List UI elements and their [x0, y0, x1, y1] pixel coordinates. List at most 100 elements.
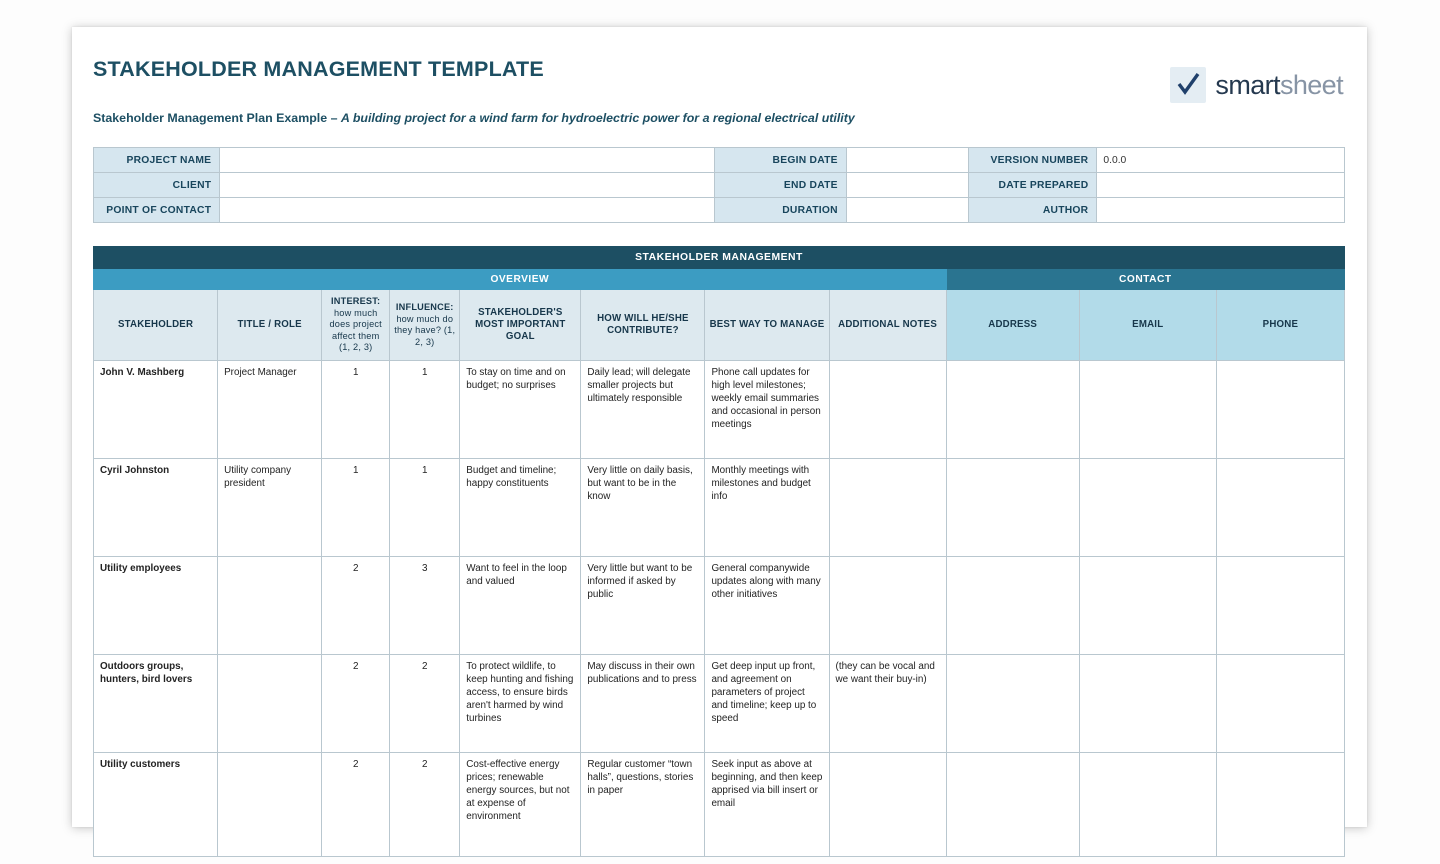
cell-email[interactable] [1078, 752, 1217, 857]
cell-manage[interactable]: Get deep input up front, and agreement o… [704, 654, 830, 753]
cell-title-role[interactable] [217, 556, 323, 655]
cell-interest[interactable]: 2 [321, 556, 391, 655]
cell-email[interactable] [1078, 360, 1217, 459]
label-project-name: PROJECT NAME [92, 147, 221, 173]
column-header-interest: INTEREST: how much does project affect t… [321, 289, 391, 361]
table-row: Cyril Johnston Utility company president… [92, 458, 1346, 557]
field-author[interactable] [1096, 197, 1345, 223]
cell-phone[interactable] [1215, 458, 1346, 557]
label-author: AUTHOR [968, 197, 1098, 223]
cell-manage[interactable]: Monthly meetings with milestones and bud… [704, 458, 830, 557]
cell-email[interactable] [1078, 654, 1217, 753]
cell-manage[interactable]: Seek input as above at beginning, and th… [704, 752, 830, 857]
checkmark-icon [1170, 67, 1207, 103]
cell-influence[interactable]: 3 [389, 556, 461, 655]
document-subtitle: Stakeholder Management Plan Example – A … [93, 111, 1345, 126]
cell-stakeholder[interactable]: Utility customers [92, 752, 219, 857]
cell-notes[interactable]: (they can be vocal and we want their buy… [828, 654, 947, 753]
influence-sub-label: how much do they have? (1, 2, 3) [394, 313, 456, 347]
cell-contribute[interactable]: Very little on daily basis, but want to … [580, 458, 706, 557]
cell-interest[interactable]: 1 [321, 458, 391, 557]
group-header-contact: CONTACT [945, 268, 1346, 290]
field-point-of-contact[interactable] [219, 197, 716, 223]
page-title: STAKEHOLDER MANAGEMENT TEMPLATE [93, 57, 544, 81]
cell-stakeholder[interactable]: Cyril Johnston [92, 458, 219, 557]
table-group-row: OVERVIEW CONTACT [93, 268, 1346, 290]
cell-address[interactable] [945, 458, 1080, 557]
cell-contribute[interactable]: Regular customer “town halls”, questions… [580, 752, 706, 857]
column-header-manage: BEST WAY TO MANAGE [704, 289, 830, 361]
cell-influence[interactable]: 1 [389, 360, 461, 459]
cell-notes[interactable] [828, 360, 947, 459]
field-client[interactable] [219, 172, 716, 198]
logo-word-smart: smart [1215, 69, 1280, 100]
cell-title-role[interactable] [217, 752, 323, 857]
stakeholder-rows: John V. Mashberg Project Manager 1 1 To … [92, 360, 1346, 857]
cell-notes[interactable] [828, 752, 947, 857]
column-header-contribute: HOW WILL HE/SHE CONTRIBUTE? [580, 289, 706, 361]
group-header-overview: OVERVIEW [93, 268, 947, 290]
cell-stakeholder[interactable]: Utility employees [92, 556, 219, 655]
cell-notes[interactable] [828, 458, 947, 557]
column-header-address: ADDRESS [945, 289, 1080, 361]
info-row-1: PROJECT NAME BEGIN DATE VERSION NUMBER 0… [92, 147, 1345, 173]
cell-stakeholder[interactable]: Outdoors groups, hunters, bird lovers [92, 654, 219, 753]
cell-phone[interactable] [1215, 360, 1346, 459]
influence-main-label: INFLUENCE: [395, 302, 454, 312]
table-row: Outdoors groups, hunters, bird lovers 2 … [92, 654, 1346, 753]
column-header-goal: STAKEHOLDER'S MOST IMPORTANT GOAL [459, 289, 582, 361]
cell-interest[interactable]: 2 [321, 654, 391, 753]
cell-address[interactable] [945, 556, 1080, 655]
cell-email[interactable] [1078, 556, 1217, 655]
field-project-name[interactable] [219, 147, 716, 173]
field-version-number[interactable]: 0.0.0 [1096, 147, 1345, 173]
cell-title-role[interactable]: Utility company president [217, 458, 323, 557]
field-end-date[interactable] [845, 172, 970, 198]
cell-interest[interactable]: 1 [321, 360, 391, 459]
document-header: STAKEHOLDER MANAGEMENT TEMPLATE Stakehol… [93, 57, 1345, 146]
cell-influence[interactable]: 2 [389, 752, 461, 857]
cell-goal[interactable]: Cost-effective energy prices; renewable … [459, 752, 582, 857]
label-client: CLIENT [92, 172, 221, 198]
label-version-number: VERSION NUMBER [968, 147, 1098, 173]
table-row: Utility customers 2 2 Cost-effective ene… [92, 752, 1346, 857]
field-begin-date[interactable] [845, 147, 970, 173]
cell-phone[interactable] [1215, 556, 1346, 655]
cell-goal[interactable]: Want to feel in the loop and valued [459, 556, 582, 655]
cell-notes[interactable] [828, 556, 947, 655]
interest-main-label: INTEREST: [331, 296, 381, 307]
info-row-2: CLIENT END DATE DATE PREPARED [92, 172, 1345, 198]
cell-address[interactable] [945, 654, 1080, 753]
table-row: John V. Mashberg Project Manager 1 1 To … [92, 360, 1346, 459]
subtitle-example: A building project for a wind farm for h… [340, 110, 855, 125]
logo-wordmark: smartsheet [1215, 69, 1344, 100]
cell-goal[interactable]: To protect wildlife, to keep hunting and… [459, 654, 582, 753]
cell-contribute[interactable]: Daily lead; will delegate smaller projec… [580, 360, 706, 459]
cell-address[interactable] [945, 752, 1080, 857]
column-header-title-role: TITLE / ROLE [217, 289, 323, 361]
project-info-table: PROJECT NAME BEGIN DATE VERSION NUMBER 0… [92, 147, 1345, 223]
cell-contribute[interactable]: May discuss in their own publications an… [580, 654, 706, 753]
cell-goal[interactable]: To stay on time and on budget; no surpri… [459, 360, 582, 459]
label-end-date: END DATE [714, 172, 847, 198]
field-date-prepared[interactable] [1096, 172, 1345, 198]
column-header-stakeholder: STAKEHOLDER [92, 289, 219, 361]
logo-word-sheet: sheet [1279, 69, 1344, 100]
cell-influence[interactable]: 1 [389, 458, 461, 557]
cell-phone[interactable] [1215, 654, 1346, 753]
cell-manage[interactable]: Phone call updates for high level milest… [704, 360, 830, 459]
cell-influence[interactable]: 2 [389, 654, 461, 753]
cell-goal[interactable]: Budget and timeline; happy constituents [459, 458, 582, 557]
cell-email[interactable] [1078, 458, 1217, 557]
cell-contribute[interactable]: Very little but want to be informed if a… [580, 556, 706, 655]
field-duration[interactable] [845, 197, 970, 223]
cell-phone[interactable] [1215, 752, 1346, 857]
cell-address[interactable] [945, 360, 1080, 459]
cell-title-role[interactable]: Project Manager [217, 360, 323, 459]
band-stakeholder-management: STAKEHOLDER MANAGEMENT [93, 246, 1345, 269]
column-header-influence: INFLUENCE: how much do they have? (1, 2,… [389, 289, 461, 361]
cell-title-role[interactable] [217, 654, 323, 753]
cell-manage[interactable]: General companywide updates along with m… [704, 556, 830, 655]
cell-interest[interactable]: 2 [321, 752, 391, 857]
cell-stakeholder[interactable]: John V. Mashberg [92, 360, 219, 459]
